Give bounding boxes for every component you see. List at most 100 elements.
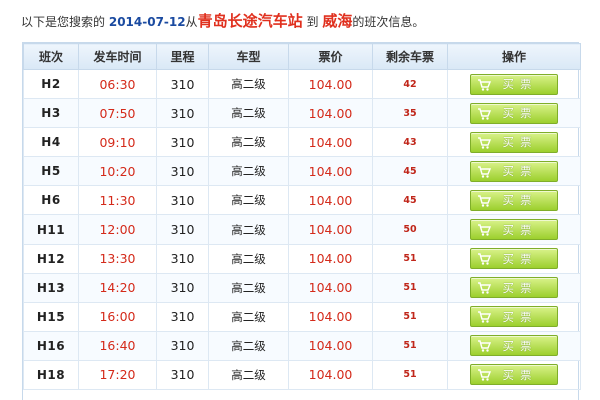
bus-type: 高二级 [208, 214, 289, 245]
table-row: H5 10:20 310 高二级 104.00 45 买票 [23, 156, 581, 187]
shopping-cart-icon [478, 78, 491, 91]
distance: 310 [156, 156, 209, 187]
action-cell: 买票 [447, 243, 581, 274]
departure-time: 11:30 [78, 185, 157, 216]
tickets-left: 50 [372, 214, 448, 245]
shopping-cart-icon [478, 340, 491, 353]
action-cell: 买票 [447, 127, 581, 158]
action-cell: 买票 [447, 68, 581, 100]
shopping-cart-icon [478, 224, 491, 236]
bus-type: 高二级 [208, 156, 289, 187]
distance: 310 [156, 243, 209, 274]
distance: 310 [156, 330, 209, 361]
shopping-cart-icon [478, 137, 491, 149]
distance: 310 [156, 127, 209, 158]
shopping-cart-icon [478, 282, 491, 294]
buy-ticket-button[interactable]: 买票 [470, 160, 558, 182]
action-cell: 买票 [447, 272, 581, 303]
action-cell: 买票 [447, 98, 581, 129]
departure-time: 10:20 [78, 156, 157, 187]
tickets-left: 51 [372, 359, 448, 391]
buy-ticket-button[interactable]: 买票 [470, 102, 558, 124]
distance: 310 [156, 185, 209, 216]
table-row: H15 16:00 310 高二级 104.00 51 买票 [23, 301, 581, 332]
buy-ticket-button[interactable]: 买票 [470, 306, 558, 328]
departure-time: 14:20 [78, 272, 157, 303]
departure-time: 17:20 [78, 359, 157, 391]
ticket-price: 104.00 [288, 243, 373, 274]
ticket-price: 104.00 [288, 185, 373, 216]
tickets-left: 51 [372, 301, 448, 332]
ticket-price: 104.00 [288, 301, 373, 332]
tickets-left: 51 [372, 272, 448, 303]
bus-type: 高二级 [208, 185, 289, 216]
col-header-distance: 里程 [156, 43, 209, 70]
search-date: 2014-07-12 [108, 15, 186, 29]
ticket-price: 104.00 [288, 68, 373, 100]
buy-ticket-button[interactable]: 买票 [470, 335, 558, 357]
trip-code: H18 [23, 359, 79, 391]
tickets-left: 45 [372, 156, 448, 187]
bus-type: 高二级 [208, 330, 289, 361]
bus-type: 高二级 [208, 359, 289, 391]
trip-code: H12 [23, 243, 79, 274]
shopping-cart-icon [478, 253, 491, 265]
table-row: H2 06:30 310 高二级 104.00 42 买票 [23, 68, 581, 100]
destination-station: 威海 [322, 12, 353, 30]
table-row: H13 14:20 310 高二级 104.00 51 买票 [23, 272, 581, 303]
summary-to-word: 到 [306, 15, 319, 29]
distance: 310 [156, 359, 209, 391]
ticket-price: 104.00 [288, 156, 373, 187]
action-cell: 买票 [447, 185, 581, 216]
ticket-price: 104.00 [288, 98, 373, 129]
departure-time: 09:10 [78, 127, 157, 158]
schedule-table-container: 班次 发车时间 里程 车型 票价 剩余车票 操作 H2 06:30 310 高二… [22, 42, 581, 400]
bus-type: 高二级 [208, 243, 289, 274]
tickets-left: 51 [372, 330, 448, 361]
trip-code: H4 [23, 127, 79, 158]
ticket-price: 104.00 [288, 272, 373, 303]
bus-type: 高二级 [208, 98, 289, 129]
shopping-cart-icon [478, 166, 491, 178]
tickets-left: 45 [372, 185, 448, 216]
schedule-table: 班次 发车时间 里程 车型 票价 剩余车票 操作 H2 06:30 310 高二… [23, 43, 581, 391]
table-row: H16 16:40 310 高二级 104.00 51 买票 [23, 330, 581, 361]
buy-ticket-button[interactable]: 买票 [470, 248, 558, 270]
tickets-left: 42 [372, 68, 448, 100]
buy-ticket-button[interactable]: 买票 [470, 277, 558, 299]
departure-time: 07:50 [78, 98, 157, 129]
buy-ticket-button[interactable]: 买票 [470, 219, 558, 241]
trip-code: H11 [23, 214, 79, 245]
summary-from-word: 从 [185, 15, 198, 29]
trip-code: H13 [23, 272, 79, 303]
distance: 310 [156, 301, 209, 332]
buy-ticket-label: 买票 [502, 338, 538, 353]
action-cell: 买票 [447, 330, 581, 361]
action-cell: 买票 [447, 214, 581, 245]
summary-prefix: 以下是您搜索的 [21, 15, 106, 29]
buy-ticket-label: 买票 [502, 164, 538, 179]
col-header-time: 发车时间 [78, 43, 157, 70]
buy-ticket-button[interactable]: 买票 [470, 73, 558, 95]
trip-code: H5 [23, 156, 79, 187]
col-header-left: 剩余车票 [372, 43, 448, 70]
table-row: H6 11:30 310 高二级 104.00 45 买票 [23, 185, 581, 216]
col-header-action: 操作 [447, 43, 581, 70]
ticket-price: 104.00 [288, 214, 373, 245]
buy-ticket-label: 买票 [502, 135, 538, 150]
distance: 310 [156, 214, 209, 245]
buy-ticket-label: 买票 [502, 251, 538, 266]
shopping-cart-icon [478, 311, 491, 323]
shopping-cart-icon [478, 195, 491, 207]
departure-time: 16:00 [78, 301, 157, 332]
origin-station: 青岛长途汽车站 [197, 12, 303, 30]
buy-ticket-label: 买票 [502, 222, 538, 237]
bus-type: 高二级 [208, 301, 289, 332]
buy-ticket-button[interactable]: 买票 [470, 364, 558, 386]
buy-ticket-button[interactable]: 买票 [470, 131, 558, 153]
ticket-price: 104.00 [288, 127, 373, 158]
distance: 310 [156, 272, 209, 303]
buy-ticket-button[interactable]: 买票 [470, 189, 558, 211]
table-row: H12 13:30 310 高二级 104.00 51 买票 [23, 243, 581, 274]
search-summary: 以下是您搜索的 2014-07-12从青岛长途汽车站 到 威海的班次信息。 [21, 10, 424, 32]
